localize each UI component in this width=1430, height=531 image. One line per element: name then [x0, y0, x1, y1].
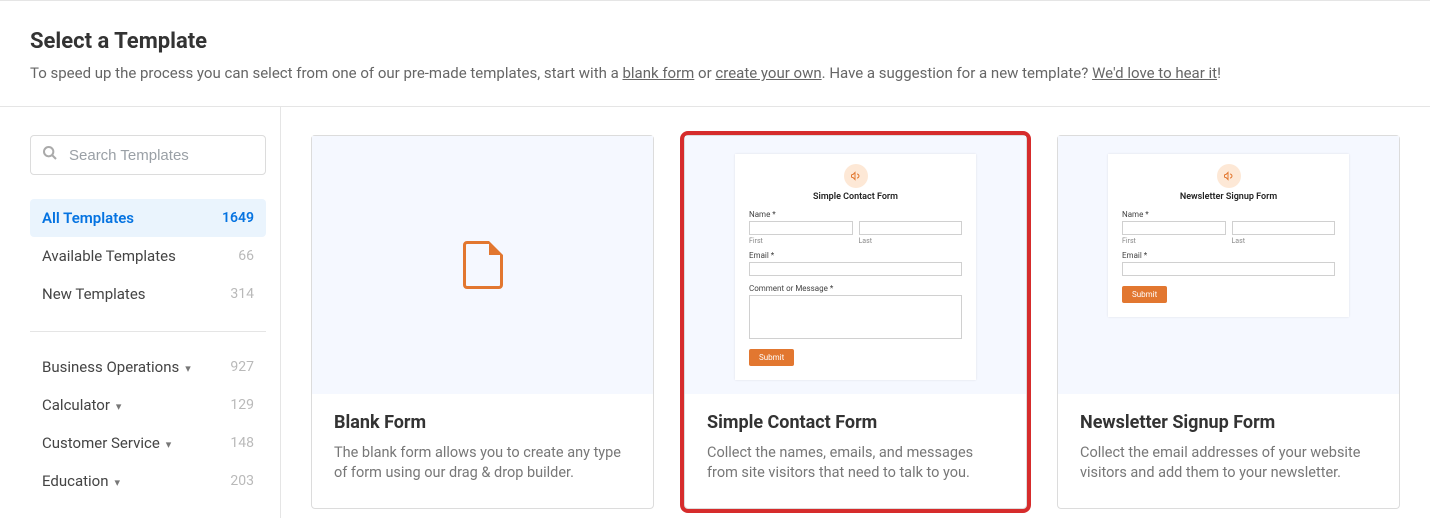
subtitle-text: or — [694, 64, 715, 82]
chevron-down-icon: ▾ — [115, 476, 121, 489]
template-preview — [312, 136, 653, 394]
template-preview: Newsletter Signup Form Name * FirstLast … — [1058, 136, 1399, 394]
template-grid: Blank Form The blank form allows you to … — [311, 135, 1400, 509]
form-preview-sublabel: First — [749, 237, 853, 245]
megaphone-icon — [1217, 164, 1241, 188]
form-preview-label: Email * — [749, 251, 962, 260]
filter-item-all-templates[interactable]: All Templates 1649 — [30, 199, 266, 237]
category-count: 148 — [230, 435, 254, 451]
category-label: Customer Service — [42, 434, 160, 452]
page-title: Select a Template — [30, 29, 1400, 54]
card-body: Newsletter Signup Form Collect the email… — [1058, 394, 1399, 508]
filter-list: All Templates 1649 Available Templates 66 Ne… — [30, 199, 266, 313]
template-card-blank-form[interactable]: Blank Form The blank form allows you to … — [311, 135, 654, 509]
card-body: Blank Form The blank form allows you to … — [312, 394, 653, 508]
create-your-own-link[interactable]: create your own — [715, 64, 821, 82]
category-label: Education — [42, 472, 109, 490]
template-title: Simple Contact Form — [707, 412, 1004, 433]
form-preview-sheet: Simple Contact Form Name * First Last Ema… — [735, 154, 976, 380]
subtitle-text: ! — [1217, 64, 1221, 82]
chevron-down-icon: ▾ — [116, 400, 122, 413]
template-description: Collect the email addresses of your webs… — [1080, 443, 1377, 484]
form-preview-sublabel: Last — [859, 237, 963, 245]
category-count: 129 — [230, 397, 254, 413]
filter-label: New Templates — [42, 285, 146, 303]
form-preview-textarea — [749, 295, 962, 339]
form-preview-input — [1232, 221, 1336, 235]
filter-label: Available Templates — [42, 247, 176, 265]
sidebar: All Templates 1649 Available Templates 66 Ne… — [0, 107, 281, 518]
template-title: Newsletter Signup Form — [1080, 412, 1377, 433]
filter-item-new-templates[interactable]: New Templates 314 — [30, 275, 266, 313]
file-icon — [463, 241, 503, 289]
form-preview-input — [749, 221, 853, 235]
form-preview-input — [859, 221, 963, 235]
divider — [30, 331, 266, 332]
form-preview-label: Name * — [749, 210, 962, 219]
form-preview-sheet: Newsletter Signup Form Name * FirstLast … — [1108, 154, 1349, 317]
subtitle-text: To speed up the process you can select f… — [30, 64, 622, 82]
card-body: Simple Contact Form Collect the names, e… — [685, 394, 1026, 508]
template-description: Collect the names, emails, and messages … — [707, 443, 1004, 484]
blank-form-link[interactable]: blank form — [622, 64, 694, 82]
template-card-simple-contact-form[interactable]: Simple Contact Form Name * First Last Ema… — [684, 135, 1027, 509]
chevron-down-icon: ▾ — [185, 362, 191, 375]
category-item-customer-service[interactable]: Customer Service ▾ 148 — [30, 424, 266, 462]
template-title: Blank Form — [334, 412, 631, 433]
template-preview: Simple Contact Form Name * First Last Ema… — [685, 136, 1026, 394]
form-preview-submit: Submit — [749, 349, 794, 366]
feedback-link[interactable]: We'd love to hear it — [1092, 64, 1217, 82]
form-preview-input — [1122, 262, 1335, 276]
megaphone-icon — [844, 164, 868, 188]
filter-count: 314 — [230, 286, 254, 302]
category-count: 203 — [230, 473, 254, 489]
filter-count: 1649 — [222, 210, 254, 226]
category-count: 927 — [230, 359, 254, 375]
chevron-down-icon: ▾ — [166, 438, 172, 451]
category-item-education[interactable]: Education ▾ 203 — [30, 462, 266, 500]
form-preview-title: Newsletter Signup Form — [1122, 192, 1335, 202]
filter-item-available-templates[interactable]: Available Templates 66 — [30, 237, 266, 275]
category-item-calculator[interactable]: Calculator ▾ 129 — [30, 386, 266, 424]
subtitle-text: . Have a suggestion for a new template? — [822, 64, 1092, 82]
page-header: Select a Template To speed up the proces… — [0, 1, 1430, 107]
category-item-business-operations[interactable]: Business Operations ▾ 927 — [30, 348, 266, 386]
search-input[interactable] — [30, 135, 266, 175]
category-label: Business Operations — [42, 358, 179, 376]
category-list: Business Operations ▾ 927 Calculator ▾ 129 Cus… — [30, 348, 266, 500]
page-subtitle: To speed up the process you can select f… — [30, 64, 1400, 82]
form-preview-label: Email * — [1122, 251, 1335, 260]
search-icon — [42, 145, 58, 165]
form-preview-submit: Submit — [1122, 286, 1167, 303]
form-preview-input — [1122, 221, 1226, 235]
form-preview-sublabel: First — [1122, 237, 1226, 245]
form-preview-input — [749, 262, 962, 276]
form-preview-sublabel: Last — [1232, 237, 1336, 245]
filter-label: All Templates — [42, 209, 134, 227]
content-area: Blank Form The blank form allows you to … — [281, 107, 1430, 518]
form-preview-label: Comment or Message * — [749, 284, 962, 293]
template-card-newsletter-signup-form[interactable]: Newsletter Signup Form Name * FirstLast … — [1057, 135, 1400, 509]
search-container — [30, 135, 266, 175]
category-label: Calculator — [42, 396, 110, 414]
form-preview-title: Simple Contact Form — [749, 192, 962, 202]
filter-count: 66 — [238, 248, 254, 264]
form-preview-label: Name * — [1122, 210, 1335, 219]
template-description: The blank form allows you to create any … — [334, 443, 631, 484]
